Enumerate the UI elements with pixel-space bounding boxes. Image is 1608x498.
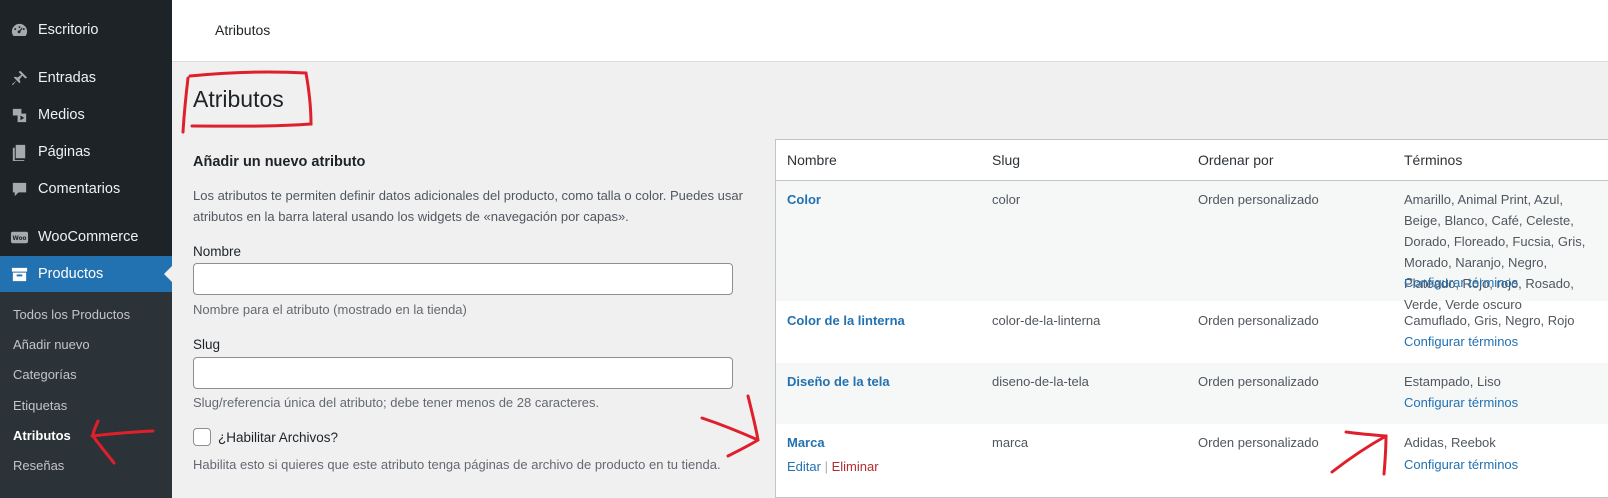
- submenu-item-todos[interactable]: Todos los Productos: [13, 307, 130, 322]
- name-label: Nombre: [193, 244, 242, 259]
- sidebar-item-label: Comentarios: [38, 181, 121, 197]
- archive-help: Habilita esto si quieres que este atribu…: [193, 457, 721, 472]
- attribute-name-link[interactable]: Color: [787, 189, 821, 210]
- attribute-order: Orden personalizado: [1198, 313, 1319, 328]
- archive-icon: [9, 264, 29, 284]
- configure-terms-link[interactable]: Configurar términos: [1404, 331, 1518, 352]
- sidebar-item-label: Páginas: [38, 144, 91, 160]
- media-icon: [9, 105, 29, 125]
- sidebar-item-label: Productos: [38, 266, 104, 282]
- configure-terms-link[interactable]: Configurar términos: [1404, 392, 1518, 413]
- pin-icon: [9, 68, 29, 88]
- pages-icon: [9, 142, 29, 162]
- delete-link[interactable]: Eliminar: [832, 459, 879, 474]
- sidebar-item-label: WooCommerce: [38, 229, 139, 245]
- slug-input[interactable]: [193, 357, 733, 389]
- sidebar-item-label: Escritorio: [38, 22, 99, 38]
- submenu-item-etiquetas[interactable]: Etiquetas: [13, 398, 67, 413]
- form-description: Los atributos te permiten definir datos …: [193, 188, 743, 224]
- header-title: Atributos: [215, 22, 271, 38]
- name-input[interactable]: [193, 263, 733, 295]
- submenu-item-categorias[interactable]: Categorías: [13, 367, 77, 382]
- attribute-terms: Adidas, Reebok: [1404, 435, 1496, 450]
- attribute-name-link[interactable]: Color de la linterna: [787, 310, 905, 331]
- sidebar-item-paginas[interactable]: Páginas: [0, 136, 172, 168]
- submenu-item-resenas[interactable]: Reseñas: [13, 458, 64, 473]
- slug-help: Slug/referencia única del atributo; debe…: [193, 395, 600, 410]
- sidebar-item-comentarios[interactable]: Comentarios: [0, 173, 172, 205]
- sidebar-item-productos[interactable]: Productos: [0, 256, 172, 292]
- row-actions: Editar | Eliminar: [787, 456, 879, 477]
- top-header: Atributos: [172, 0, 1608, 62]
- page-title: Atributos: [193, 86, 284, 112]
- column-header-orden: Ordenar por: [1198, 152, 1274, 168]
- submenu-item-anadir[interactable]: Añadir nuevo: [13, 337, 90, 352]
- dashboard-icon: [9, 20, 29, 40]
- sidebar-item-label: Entradas: [38, 70, 97, 86]
- name-help: Nombre para el atributo (mostrado en la …: [193, 302, 467, 317]
- form-heading: Añadir un nuevo atributo: [193, 154, 366, 170]
- sidebar-item-woocommerce[interactable]: Woo WooCommerce: [0, 221, 172, 253]
- attribute-terms: Estampado, Liso: [1404, 374, 1501, 389]
- comments-icon: [9, 179, 29, 199]
- submenu-item-atributos[interactable]: Atributos: [13, 428, 71, 443]
- enable-archives-checkbox[interactable]: [193, 428, 211, 446]
- slug-label: Slug: [193, 337, 221, 352]
- attribute-slug: marca: [992, 435, 1029, 450]
- configure-terms-link[interactable]: Configurar términos: [1404, 454, 1518, 475]
- active-indicator: [164, 266, 172, 282]
- sidebar-item-label: Medios: [38, 107, 85, 123]
- attribute-slug: color-de-la-linterna: [992, 313, 1101, 328]
- column-header-slug: Slug: [992, 152, 1021, 168]
- attribute-slug: color: [992, 192, 1021, 207]
- enable-archives-label[interactable]: ¿Habilitar Archivos?: [218, 430, 338, 445]
- attribute-terms: Amarillo, Animal Print, Azul, Beige, Bla…: [1404, 192, 1586, 312]
- attribute-terms: Camuflado, Gris, Negro, Rojo: [1404, 313, 1575, 328]
- row-action-separator: |: [824, 459, 828, 474]
- column-header-nombre: Nombre: [787, 152, 837, 168]
- column-header-terminos: Términos: [1404, 152, 1463, 168]
- edit-link[interactable]: Editar: [787, 459, 821, 474]
- attributes-table: Nombre Slug Ordenar por Términos Color c…: [775, 139, 1608, 498]
- attribute-slug: diseno-de-la-tela: [992, 374, 1089, 389]
- sidebar-item-escritorio[interactable]: Escritorio: [0, 14, 172, 46]
- woo-icon: Woo: [9, 227, 29, 247]
- table-row: Color de la linterna color-de-la-lintern…: [776, 301, 1608, 363]
- attribute-order: Orden personalizado: [1198, 192, 1319, 207]
- sidebar-item-medios[interactable]: Medios: [0, 99, 172, 131]
- table-row: Marca Editar | Eliminar marca Orden pers…: [776, 424, 1608, 497]
- sidebar-submenu: Todos los Productos Añadir nuevo Categor…: [0, 292, 172, 498]
- attribute-order: Orden personalizado: [1198, 374, 1319, 389]
- table-row: Diseño de la tela diseno-de-la-tela Orde…: [776, 363, 1608, 424]
- attribute-name-link[interactable]: Marca: [787, 432, 825, 453]
- configure-terms-link[interactable]: Configurar términos: [1404, 272, 1518, 293]
- attribute-name-link[interactable]: Diseño de la tela: [787, 371, 890, 392]
- svg-text:Woo: Woo: [12, 235, 26, 241]
- admin-sidebar: Escritorio Entradas Medios Páginas Comen…: [0, 0, 172, 498]
- arrow-marca-row: [700, 394, 760, 458]
- sidebar-item-entradas[interactable]: Entradas: [0, 62, 172, 94]
- attribute-order: Orden personalizado: [1198, 435, 1319, 450]
- table-header: Nombre Slug Ordenar por Términos: [776, 140, 1608, 181]
